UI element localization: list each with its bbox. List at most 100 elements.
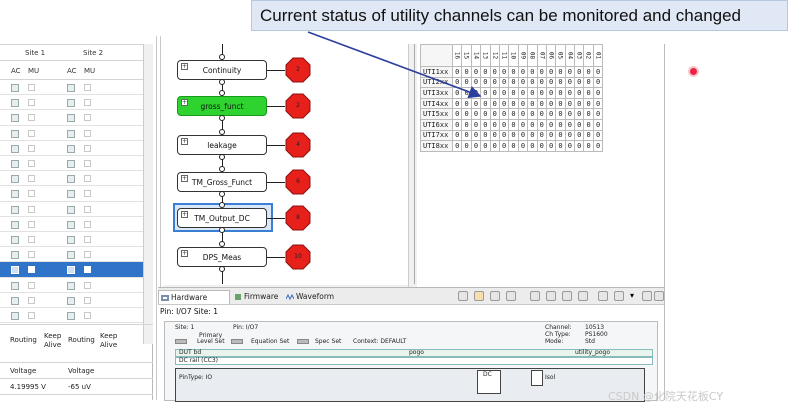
utility-channel-cell[interactable]: 0 xyxy=(583,108,594,120)
site-row[interactable] xyxy=(0,80,143,96)
utility-channel-cell[interactable]: 0 xyxy=(489,140,500,152)
test-flow-canvas[interactable]: + Continuity 2 + gross_funct 2 + leakage 4 + TM_Gr… xyxy=(163,44,417,291)
mu-checkbox[interactable] xyxy=(84,190,91,198)
utility-channel-cell[interactable]: 0 xyxy=(555,66,566,78)
expand-icon[interactable]: + xyxy=(181,138,188,145)
utility-channel-cell[interactable]: 0 xyxy=(574,108,585,120)
utility-channel-cell[interactable]: 0 xyxy=(480,118,491,131)
toolbar-icon-4[interactable] xyxy=(506,291,516,301)
expand-icon[interactable]: + xyxy=(181,175,188,182)
utility-channel-cell[interactable]: 0 xyxy=(564,129,576,142)
minimize-icon[interactable] xyxy=(642,291,652,301)
utility-channel-cell[interactable]: 0 xyxy=(517,76,529,89)
mu-checkbox[interactable] xyxy=(28,236,35,243)
maximize-icon[interactable] xyxy=(654,291,664,301)
site-row[interactable] xyxy=(0,202,143,217)
mu-checkbox[interactable] xyxy=(28,114,35,122)
site-row[interactable] xyxy=(0,247,143,263)
utility-channel-cell[interactable]: 0 xyxy=(470,140,482,152)
ac-toggle-icon[interactable] xyxy=(67,129,75,138)
toolbar-icon-8[interactable] xyxy=(578,291,588,301)
utility-channel-cell[interactable]: 0 xyxy=(574,129,585,142)
mu-checkbox[interactable] xyxy=(28,144,35,152)
mu-checkbox[interactable] xyxy=(84,312,91,319)
ac-toggle-icon[interactable] xyxy=(11,296,19,305)
site-row[interactable] xyxy=(0,110,143,126)
utility-channel-cell[interactable]: 0 xyxy=(498,108,510,120)
mu-checkbox[interactable] xyxy=(28,281,35,289)
ac-toggle-icon[interactable] xyxy=(67,160,75,168)
utility-channel-cell[interactable]: 0 xyxy=(461,108,472,120)
utility-channel-cell[interactable]: 0 xyxy=(555,108,566,120)
utility-channel-cell[interactable]: 0 xyxy=(508,66,519,78)
ac-toggle-icon[interactable] xyxy=(11,84,19,92)
site-row[interactable] xyxy=(0,141,143,156)
stop-bin-icon[interactable]: 2 xyxy=(285,57,311,83)
panel-divider[interactable] xyxy=(156,36,157,400)
utility-channel-cell[interactable]: 0 xyxy=(545,129,557,142)
utility-channel-cell[interactable]: 0 xyxy=(480,129,491,142)
utility-channel-cell[interactable]: 0 xyxy=(470,66,482,78)
toolbar-icon-1[interactable] xyxy=(458,291,468,301)
site-row[interactable] xyxy=(0,308,143,324)
utility-channel-cell[interactable]: 0 xyxy=(545,97,557,110)
utility-channel-cell[interactable]: 0 xyxy=(527,140,538,152)
flow-node[interactable]: + DPS_Meas xyxy=(177,247,267,267)
utility-channel-cell[interactable]: 0 xyxy=(517,87,529,99)
mu-checkbox[interactable] xyxy=(84,266,91,274)
utility-channel-cell[interactable]: 0 xyxy=(517,118,529,131)
site-row[interactable] xyxy=(0,232,143,248)
flow-v-scrollbar[interactable] xyxy=(408,44,417,290)
toolbar-icon-2[interactable] xyxy=(474,291,484,301)
ac-toggle-icon[interactable] xyxy=(67,175,75,184)
flow-node[interactable]: + Continuity xyxy=(177,60,267,80)
flow-node[interactable]: + leakage xyxy=(177,135,267,155)
utility-channel-cell[interactable]: 0 xyxy=(583,87,594,99)
expand-icon[interactable]: + xyxy=(181,99,188,106)
utility-channel-cell[interactable]: 0 xyxy=(508,97,519,110)
mu-checkbox[interactable] xyxy=(84,251,91,259)
utility-channel-cell[interactable]: 0 xyxy=(555,97,566,110)
utility-channel-cell[interactable]: 0 xyxy=(470,129,482,142)
utility-channel-cell[interactable]: 0 xyxy=(545,87,557,99)
site-row[interactable] xyxy=(0,293,143,308)
ac-toggle-icon[interactable] xyxy=(67,266,75,275)
ac-toggle-icon[interactable] xyxy=(11,312,19,320)
mu-checkbox[interactable] xyxy=(84,144,91,152)
utility-channel-cell[interactable]: 0 xyxy=(470,118,482,131)
stop-bin-icon[interactable]: 4 xyxy=(285,132,311,158)
utility-channel-cell[interactable]: 0 xyxy=(564,108,576,120)
utility-channel-cell[interactable]: 0 xyxy=(498,76,510,89)
mu-checkbox[interactable] xyxy=(28,190,35,198)
ac-toggle-icon[interactable] xyxy=(11,114,19,123)
utility-channel-cell[interactable]: 0 xyxy=(480,97,491,110)
utility-channel-cell[interactable]: 0 xyxy=(545,118,557,131)
utility-channel-cell[interactable]: 0 xyxy=(574,140,585,152)
utility-channel-cell[interactable]: 0 xyxy=(527,87,538,99)
utility-channel-cell[interactable]: 0 xyxy=(583,66,594,78)
toolbar-icon-3[interactable] xyxy=(490,291,500,301)
tab-firmware[interactable]: Firmware xyxy=(232,290,282,304)
utility-channel-cell[interactable]: 0 xyxy=(527,129,538,142)
mu-checkbox[interactable] xyxy=(28,175,35,183)
utility-channel-cell[interactable]: 0 xyxy=(489,129,500,142)
utility-channel-cell[interactable]: 0 xyxy=(498,129,510,142)
mu-checkbox[interactable] xyxy=(28,296,35,304)
utility-channel-cell[interactable]: 0 xyxy=(592,76,604,89)
mu-checkbox[interactable] xyxy=(84,99,91,107)
utility-channel-cell[interactable]: 0 xyxy=(508,87,519,99)
site-row[interactable] xyxy=(0,262,143,278)
utility-channel-cell[interactable]: 0 xyxy=(527,118,538,131)
utility-channel-cell[interactable]: 0 xyxy=(517,140,529,152)
utility-channel-cell[interactable]: 0 xyxy=(517,66,529,78)
utility-channel-cell[interactable]: 0 xyxy=(508,129,519,142)
utility-channel-cell[interactable]: 0 xyxy=(574,97,585,110)
utility-channel-cell[interactable]: 0 xyxy=(592,140,604,152)
stop-bin-icon[interactable]: 2 xyxy=(285,93,311,119)
utility-channel-cell[interactable]: 0 xyxy=(451,76,463,89)
utility-channel-cell[interactable]: 0 xyxy=(592,97,604,110)
utility-channel-cell[interactable]: 0 xyxy=(451,66,463,78)
utility-channel-cell[interactable]: 0 xyxy=(451,129,463,142)
utility-channel-cell[interactable]: 0 xyxy=(508,118,519,131)
site-row[interactable] xyxy=(0,186,143,202)
